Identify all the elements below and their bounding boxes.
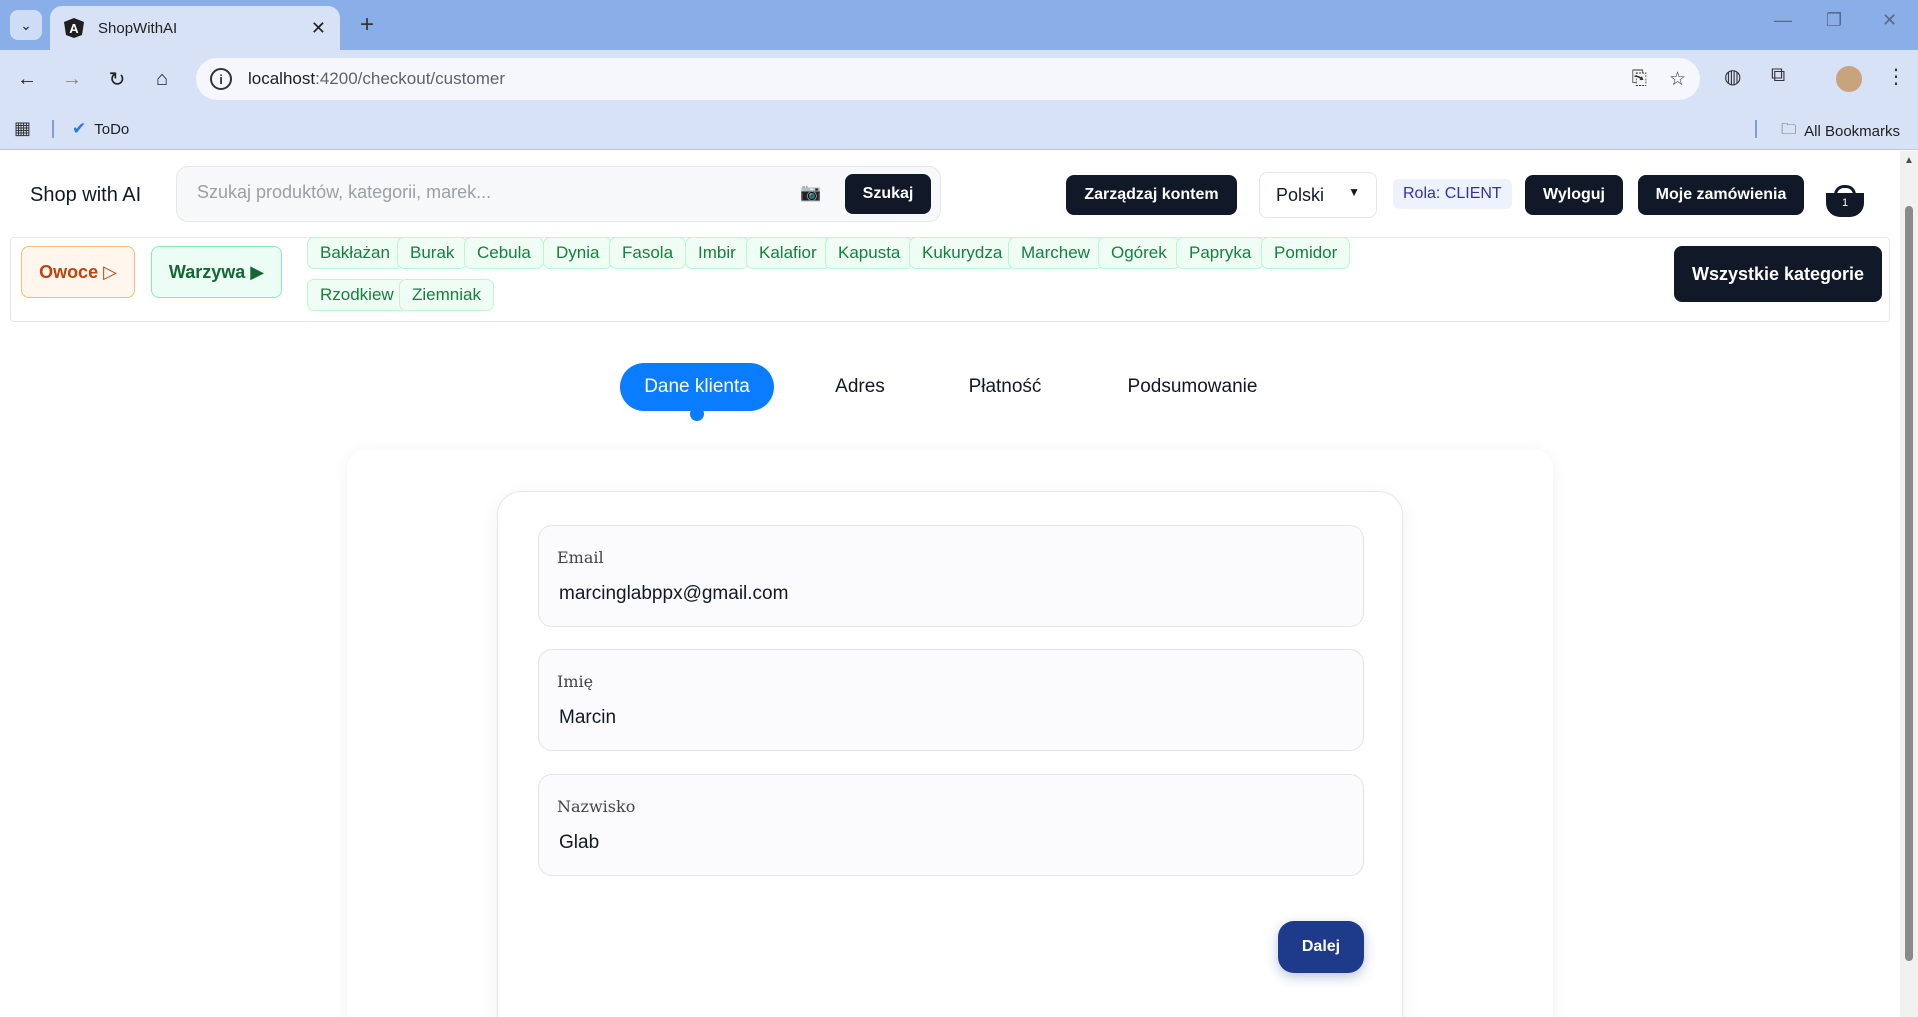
site-info-icon[interactable]: i	[210, 68, 232, 90]
scrollbar-thumb[interactable]	[1905, 206, 1913, 961]
minimize-icon[interactable]: —	[1774, 10, 1792, 31]
subcategory-chip[interactable]: Kapusta	[825, 237, 914, 269]
camera-icon[interactable]: 📷	[800, 183, 821, 203]
window-close-icon[interactable]: ✕	[1882, 10, 1897, 31]
back-icon[interactable]: ←	[12, 64, 42, 94]
site-header: Shop with AI Szukaj produktów, kategorii…	[0, 151, 1900, 237]
home-icon[interactable]: ⌂	[147, 64, 177, 94]
next-button[interactable]: Dalej	[1278, 921, 1364, 973]
email-label: Email	[557, 548, 604, 567]
search-box: Szukaj produktów, kategorii, marek... 📷 …	[176, 166, 941, 222]
manage-account-button[interactable]: Zarządzaj kontem	[1066, 175, 1237, 215]
all-bookmarks[interactable]: 🗀 All Bookmarks	[1781, 119, 1900, 144]
subcategory-chip[interactable]: Kalafior	[746, 237, 830, 269]
new-tab-icon[interactable]: +	[352, 10, 382, 40]
browser-tab-bar: ⌄ A ShopWithAI ✕ + — ❐ ✕	[0, 0, 1918, 50]
email-field[interactable]: Email marcinglabppx@gmail.com	[538, 525, 1364, 627]
cart-count-badge: 1	[1841, 197, 1849, 209]
scroll-up-arrow-icon[interactable]: ▲	[1904, 155, 1914, 166]
subcategory-chip[interactable]: Papryka	[1176, 237, 1265, 269]
bookmark-separator	[52, 120, 54, 138]
subcategory-chip[interactable]: Ogórek	[1098, 237, 1180, 269]
language-select[interactable]: Polski ▼	[1259, 172, 1377, 218]
subcategory-chip[interactable]: Pomidor	[1261, 237, 1351, 269]
logout-button[interactable]: Wyloguj	[1525, 175, 1623, 215]
first-name-field[interactable]: Imię Marcin	[538, 649, 1364, 751]
translate-icon[interactable]: ⎘	[1632, 68, 1647, 90]
subcategory-chip[interactable]: Imbir	[685, 237, 749, 269]
bookmark-todo[interactable]: ✔ ToDo	[72, 119, 129, 139]
reload-icon[interactable]: ↻	[102, 64, 132, 94]
subcategory-chip[interactable]: Kukurydza	[909, 237, 1016, 269]
browser-tab[interactable]: A ShopWithAI ✕	[50, 6, 340, 50]
tab-search-chevron-icon[interactable]: ⌄	[10, 10, 42, 40]
last-name-label: Nazwisko	[557, 797, 636, 816]
first-name-label: Imię	[557, 672, 594, 691]
first-name-input[interactable]: Marcin	[559, 707, 616, 729]
email-input[interactable]: marcinglabppx@gmail.com	[559, 583, 788, 605]
step-summary[interactable]: Podsumowanie	[1115, 363, 1270, 411]
step-payment[interactable]: Płatność	[955, 363, 1055, 411]
subcategory-chip[interactable]: Bakłażan	[307, 237, 403, 269]
extensions-puzzle-icon[interactable]: ⧉	[1771, 64, 1785, 87]
cart-button[interactable]: 1	[1826, 185, 1864, 217]
subcategory-chip[interactable]: Marchew	[1008, 237, 1103, 269]
browser-menu-icon[interactable]: ⋮	[1886, 64, 1906, 89]
subcategory-chip[interactable]: Rzodkiew	[307, 279, 407, 311]
subcategory-chip[interactable]: Fasola	[609, 237, 687, 269]
tab-title: ShopWithAI	[98, 19, 178, 37]
page-content: Shop with AI Szukaj produktów, kategorii…	[0, 151, 1900, 1017]
url-text[interactable]: localhost:4200/checkout/customer	[248, 69, 1610, 89]
checkout-stepper: Dane klienta Adres Płatność Podsumowanie	[0, 363, 1900, 423]
restore-icon[interactable]: ❐	[1826, 10, 1842, 31]
todo-check-icon: ✔	[72, 119, 87, 138]
last-name-input[interactable]: Glab	[559, 832, 599, 854]
bookmark-separator	[1755, 120, 1757, 138]
extension-planet-icon[interactable]: ◍	[1724, 64, 1741, 89]
customer-form: Email marcinglabppx@gmail.com Imię Marci…	[497, 491, 1403, 1017]
angular-logo-icon: A	[64, 18, 84, 38]
subcategory-chip[interactable]: Dynia	[543, 237, 613, 269]
search-button[interactable]: Szukaj	[845, 174, 931, 214]
language-value: Polski	[1276, 184, 1325, 205]
caret-down-icon: ▼	[1348, 185, 1360, 199]
last-name-field[interactable]: Nazwisko Glab	[538, 774, 1364, 876]
bookmark-star-icon[interactable]: ☆	[1669, 68, 1686, 91]
my-orders-button[interactable]: Moje zamówienia	[1638, 175, 1804, 215]
tab-close-icon[interactable]: ✕	[311, 18, 326, 39]
step-customer-data[interactable]: Dane klienta	[620, 363, 774, 411]
profile-avatar[interactable]	[1836, 66, 1862, 92]
address-bar[interactable]: i localhost:4200/checkout/customer ⎘ ☆	[196, 58, 1700, 100]
site-brand[interactable]: Shop with AI	[30, 184, 141, 207]
subcategory-chip[interactable]: Cebula	[464, 237, 544, 269]
subcategory-chip[interactable]: Burak	[397, 237, 468, 269]
forward-icon[interactable]: →	[57, 64, 87, 94]
search-input[interactable]: Szukaj produktów, kategorii, marek...	[197, 182, 757, 203]
bookmarks-bar: ▦ ✔ ToDo 🗀 All Bookmarks	[0, 108, 1918, 150]
folder-icon: 🗀	[1781, 121, 1797, 138]
apps-grid-icon[interactable]: ▦	[14, 118, 31, 139]
step-address[interactable]: Adres	[820, 363, 900, 411]
subcategory-chip[interactable]: Ziemniak	[399, 279, 494, 311]
category-bar: Owoce ▷ Warzywa ▶ Bakłażan Burak Cebula …	[10, 237, 1890, 322]
all-categories-button[interactable]: Wszystkie kategorie	[1674, 246, 1882, 302]
category-vegetables[interactable]: Warzywa ▶	[151, 246, 282, 298]
category-fruit[interactable]: Owoce ▷	[21, 246, 135, 298]
browser-toolbar: ← → ↻ ⌂ i localhost:4200/checkout/custom…	[0, 50, 1918, 108]
page-scrollbar[interactable]: ▲	[1900, 151, 1918, 1017]
role-badge: Rola: CLIENT	[1393, 179, 1512, 209]
active-step-indicator	[690, 407, 704, 421]
